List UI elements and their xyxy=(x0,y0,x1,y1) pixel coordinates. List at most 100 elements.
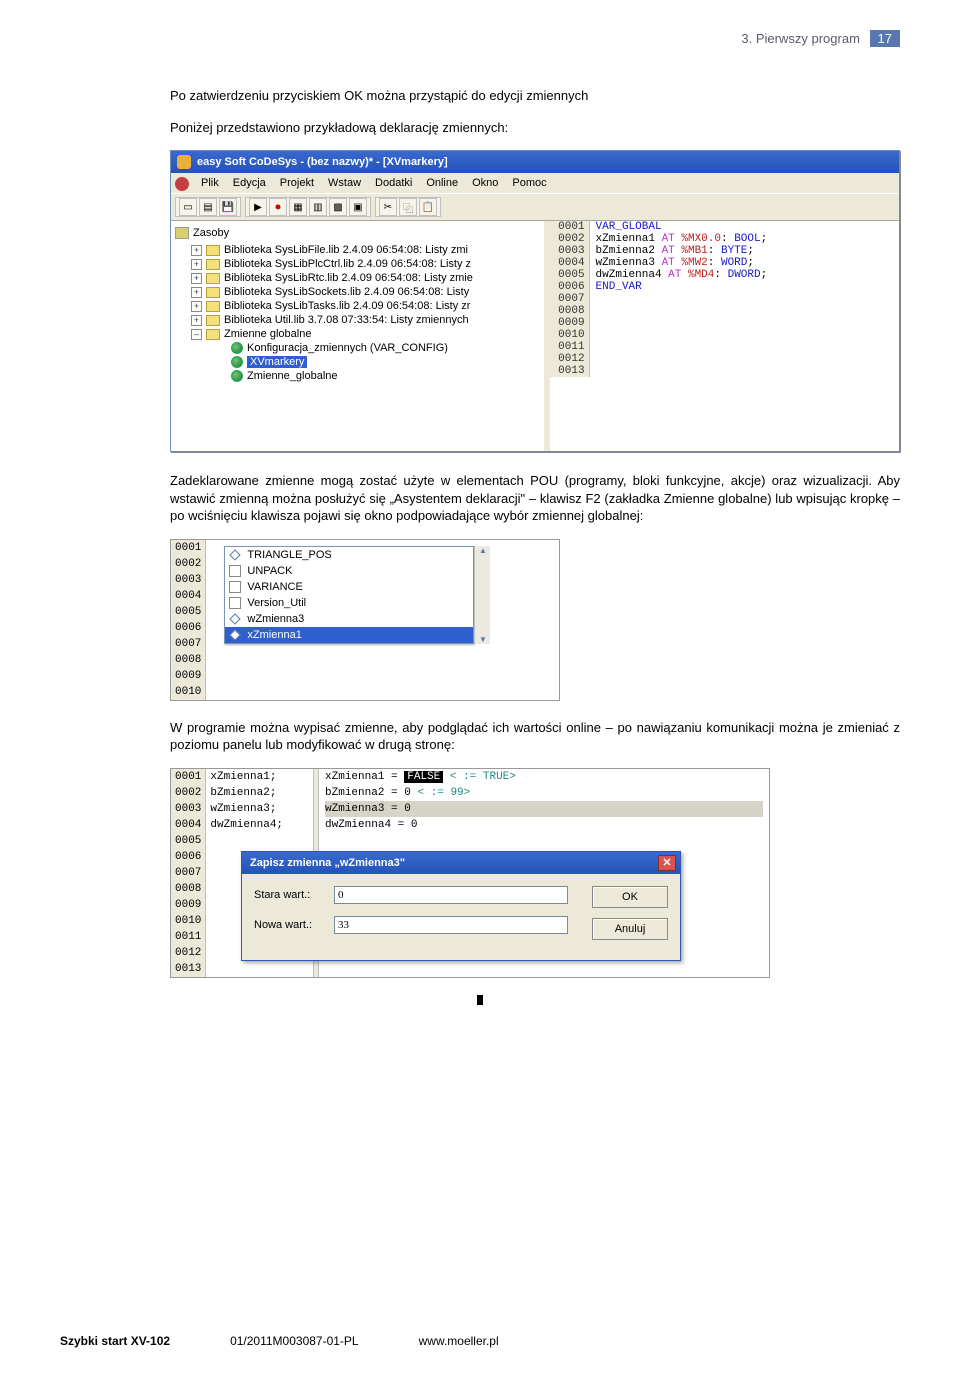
paragraph-2: Poniżej przedstawiono przykładową deklar… xyxy=(170,119,900,137)
autocomplete-item[interactable]: UNPACK xyxy=(225,563,473,579)
expand-icon[interactable]: + xyxy=(191,273,202,284)
autocomplete-item[interactable]: Version_Util xyxy=(225,595,473,611)
autocomplete-label: Version_Util xyxy=(247,597,306,609)
expand-icon[interactable]: + xyxy=(191,259,202,270)
autocomplete-item[interactable]: xZmienna1 xyxy=(225,627,473,643)
menu-app-icon xyxy=(175,177,189,191)
code-line-text[interactable]: VAR_GLOBAL xyxy=(590,221,668,233)
line-number: 0005 xyxy=(171,604,205,620)
code-line-text[interactable] xyxy=(590,341,602,353)
resource-tree[interactable]: Zasoby + Biblioteka SysLibFile.lib 2.4.09… xyxy=(171,221,550,451)
tree-root-label: Zasoby xyxy=(193,227,229,239)
line-number: 0001 xyxy=(550,221,590,233)
code-editor[interactable]: 0001VAR_GLOBAL0002 xZmienna1 AT %MX0.0: … xyxy=(550,221,899,451)
expand-icon[interactable]: + xyxy=(191,245,202,256)
window-titlebar[interactable]: easy Soft CoDeSys - (bez nazwy)* - [XVma… xyxy=(171,151,899,173)
line-number: 0010 xyxy=(550,329,590,341)
popup-scrollbar[interactable]: ▲▼ xyxy=(474,546,490,644)
cancel-button[interactable]: Anuluj xyxy=(592,918,668,940)
code-line-text[interactable]: bZmienna2 AT %MB1: BYTE; xyxy=(590,245,760,257)
window-title: easy Soft CoDeSys - (bez nazwy)* - [XVma… xyxy=(197,156,448,168)
expand-icon[interactable]: + xyxy=(191,287,202,298)
line-number: 0003 xyxy=(171,572,205,588)
toolbar-btn4-icon[interactable]: ▣ xyxy=(349,198,367,216)
tree-lib-0[interactable]: Biblioteka SysLibFile.lib 2.4.09 06:54:0… xyxy=(224,244,468,256)
menu-online[interactable]: Online xyxy=(420,175,464,191)
toolbar-btn3-icon[interactable]: ▩ xyxy=(329,198,347,216)
autocomplete-item[interactable]: wZmienna3 xyxy=(225,611,473,627)
line-number: 0010 xyxy=(171,684,205,700)
folder-icon xyxy=(206,315,220,326)
line-number: 0007 xyxy=(550,293,590,305)
line-number: 0006 xyxy=(171,849,205,865)
toolbar-run-icon[interactable]: ▶ xyxy=(249,198,267,216)
tree-lib-5[interactable]: Biblioteka Util.lib 3.7.08 07:33:54: Lis… xyxy=(224,314,469,326)
code-line-text[interactable]: END_VAR xyxy=(590,281,648,293)
diamond-icon xyxy=(230,549,241,560)
tree-lib-2[interactable]: Biblioteka SysLibRtc.lib 2.4.09 06:54:08… xyxy=(224,272,473,284)
toolbar-btn-icon[interactable]: ▦ xyxy=(289,198,307,216)
tree-sub-selected[interactable]: XVmarkery xyxy=(247,356,307,368)
toolbar-paste-icon[interactable]: 📋 xyxy=(419,198,437,216)
toolbar-cut-icon[interactable]: ✂ xyxy=(379,198,397,216)
menu-okno[interactable]: Okno xyxy=(466,175,504,191)
toolbar-btn2-icon[interactable]: ▥ xyxy=(309,198,327,216)
code-line-text[interactable]: wZmienna3 AT %MW2: WORD; xyxy=(590,257,760,269)
collapse-icon[interactable]: – xyxy=(191,329,202,340)
variable-value[interactable]: dwZmienna4 = 0 xyxy=(325,817,763,833)
toolbar-save-icon[interactable]: 💾 xyxy=(219,198,237,216)
dialog-titlebar[interactable]: Zapisz zmienna „wZmienna3" ✕ xyxy=(242,852,680,874)
line-number: 0007 xyxy=(171,865,205,881)
tree-lib-1[interactable]: Biblioteka SysLibPlcCtrl.lib 2.4.09 06:5… xyxy=(224,258,471,270)
code-line-text[interactable] xyxy=(590,329,602,341)
code-line-text[interactable] xyxy=(590,317,602,329)
codesys-window: easy Soft CoDeSys - (bez nazwy)* - [XVma… xyxy=(170,150,900,452)
menu-projekt[interactable]: Projekt xyxy=(274,175,320,191)
menu-plik[interactable]: Plik xyxy=(195,175,225,191)
expand-icon[interactable]: + xyxy=(191,301,202,312)
scroll-down-icon[interactable]: ▼ xyxy=(479,635,487,644)
tree-globals[interactable]: Zmienne globalne xyxy=(224,328,311,340)
line-number: 0002 xyxy=(171,556,205,572)
variable-name[interactable]: dwZmienna4; xyxy=(210,817,283,833)
variable-value[interactable]: xZmienna1 = FALSE < := TRUE> xyxy=(325,769,763,785)
line-number: 0004 xyxy=(171,817,205,833)
tree-lib-3[interactable]: Biblioteka SysLibSockets.lib 2.4.09 06:5… xyxy=(224,286,469,298)
toolbar-copy-icon[interactable]: ⿻ xyxy=(399,198,417,216)
variable-name[interactable]: bZmienna2; xyxy=(210,785,283,801)
code-line-text[interactable] xyxy=(590,293,602,305)
toolbar-new-icon[interactable]: ▭ xyxy=(179,198,197,216)
new-value-input[interactable] xyxy=(334,916,568,934)
code-line-text[interactable] xyxy=(590,365,602,377)
menu-wstaw[interactable]: Wstaw xyxy=(322,175,367,191)
autocomplete-item[interactable]: TRIANGLE_POS xyxy=(225,547,473,563)
menu-bar: Plik Edycja Projekt Wstaw Dodatki Online… xyxy=(171,173,899,193)
menu-edycja[interactable]: Edycja xyxy=(227,175,272,191)
code-line-text[interactable]: dwZmienna4 AT %MD4: DWORD; xyxy=(590,269,774,281)
tree-sub-2[interactable]: Zmienne_globalne xyxy=(247,370,338,382)
expand-icon[interactable]: + xyxy=(191,315,202,326)
variable-name[interactable]: xZmienna1; xyxy=(210,769,283,785)
line-number: 0012 xyxy=(171,945,205,961)
menu-pomoc[interactable]: Pomoc xyxy=(506,175,552,191)
code-line-text[interactable] xyxy=(590,353,602,365)
old-value-input[interactable] xyxy=(334,886,568,904)
variable-name[interactable]: wZmienna3; xyxy=(210,801,283,817)
toolbar-stop-icon[interactable]: ⏺ xyxy=(269,198,287,216)
scroll-up-icon[interactable]: ▲ xyxy=(479,546,487,555)
tree-sub-0[interactable]: Konfiguracja_zmiennych (VAR_CONFIG) xyxy=(247,342,448,354)
close-icon[interactable]: ✕ xyxy=(658,855,676,871)
toolbar-open-icon[interactable]: ▤ xyxy=(199,198,217,216)
ok-button[interactable]: OK xyxy=(592,886,668,908)
autocomplete-item[interactable]: VARIANCE xyxy=(225,579,473,595)
folder-icon xyxy=(206,259,220,270)
code-line-text[interactable] xyxy=(590,305,602,317)
variable-value[interactable]: bZmienna2 = 0 < := 99> xyxy=(325,785,763,801)
chapter-label: 3. Pierwszy program xyxy=(741,31,859,46)
page-number: 17 xyxy=(870,30,900,47)
variable-value[interactable]: wZmienna3 = 0 xyxy=(325,801,763,817)
autocomplete-popup[interactable]: TRIANGLE_POSUNPACKVARIANCE Version_Util wZ… xyxy=(224,546,474,644)
code-line-text[interactable]: xZmienna1 AT %MX0.0: BOOL; xyxy=(590,233,774,245)
tree-lib-4[interactable]: Biblioteka SysLibTasks.lib 2.4.09 06:54:… xyxy=(224,300,470,312)
menu-dodatki[interactable]: Dodatki xyxy=(369,175,418,191)
